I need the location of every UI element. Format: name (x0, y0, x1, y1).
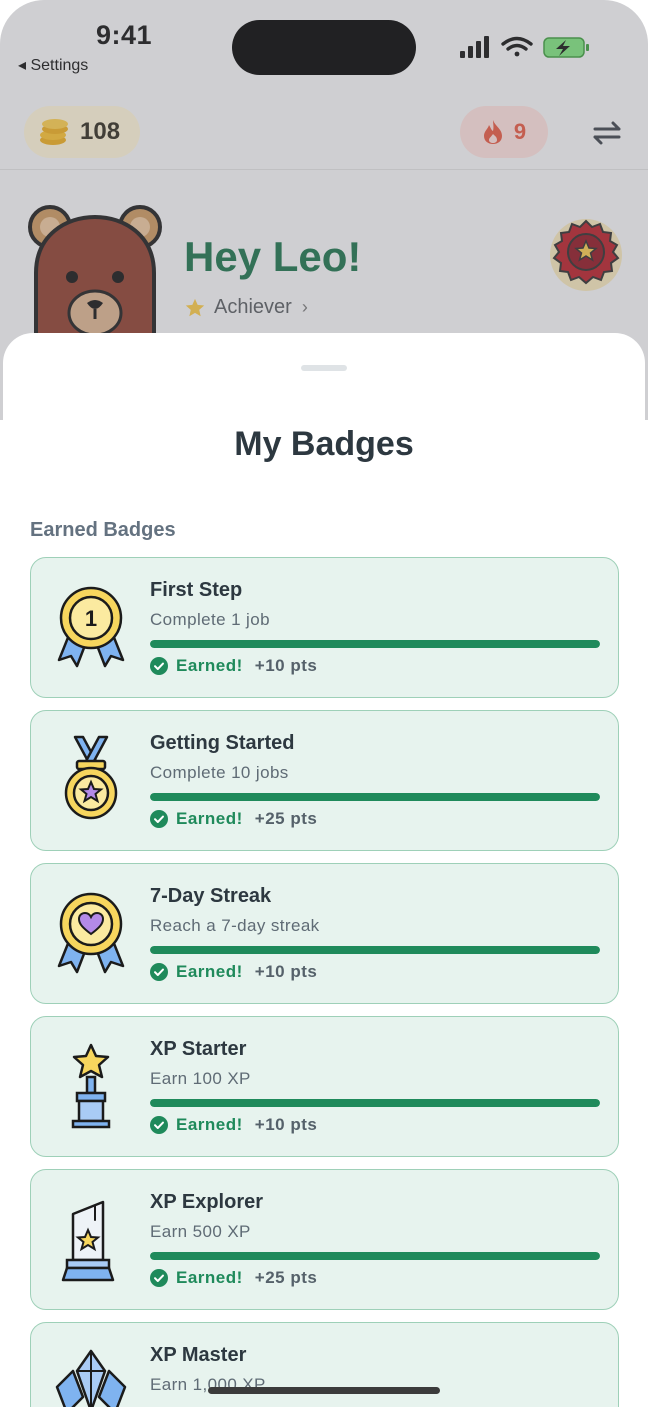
status-bar: 9:41 ◂ Settings (0, 0, 648, 90)
points-label: +25 pts (254, 1268, 318, 1287)
battery-icon (543, 37, 589, 58)
rank-link[interactable]: Achiever › (184, 296, 308, 319)
badge-name: 7-Day Streak (150, 885, 272, 907)
back-label: Settings (30, 57, 89, 74)
greeting-title: Hey Leo! (184, 233, 362, 280)
coins-icon (40, 119, 68, 145)
badge-description: Reach a 7-day streak (150, 916, 320, 935)
back-to-settings-link[interactable]: ◂ Settings (18, 55, 88, 75)
rank-label: Achiever (214, 296, 292, 318)
points-label: +25 pts (254, 809, 318, 828)
dynamic-island (232, 20, 416, 75)
profile-section: Hey Leo! Achiever › (0, 175, 648, 345)
bear-avatar[interactable] (26, 203, 164, 343)
badge-card[interactable]: 7-Day Streak Reach a 7-day streak Earned… (30, 863, 619, 1004)
badge-progress-fill (150, 1099, 600, 1107)
status-icons (460, 36, 589, 58)
badge-progress-fill (150, 1252, 600, 1260)
chevron-right-icon: › (301, 297, 308, 317)
badge-progress-fill (150, 946, 600, 954)
status-time: 9:41 (96, 20, 153, 50)
earned-label: Earned! (176, 656, 243, 675)
points-label: +10 pts (254, 1115, 318, 1134)
check-circle-icon (150, 810, 168, 828)
home-indicator[interactable] (208, 1387, 440, 1394)
points-label: +10 pts (254, 962, 318, 981)
phone-screen: 9:41 ◂ Settings 108 9 Hey Leo! Achiever … (0, 0, 648, 1407)
sheet-title: My Badges (234, 425, 414, 463)
badge-description: Earn 500 XP (150, 1222, 251, 1241)
app-header: 108 9 (0, 100, 648, 170)
badge-status: Earned! +25 pts (150, 809, 317, 829)
badge-status: Earned! +25 pts (150, 1268, 317, 1288)
badge-name: Getting Started (150, 732, 295, 754)
crystal-award-icon (61, 1200, 115, 1282)
badge-progress-bar (150, 1252, 600, 1260)
medal-star-icon (64, 735, 118, 820)
badge-status: Earned! +10 pts (150, 1115, 317, 1135)
badge-description: Earn 100 XP (150, 1069, 251, 1088)
streak-count: 9 (513, 119, 527, 144)
badge-status: Earned! +10 pts (150, 656, 317, 676)
badge-status: Earned! +10 pts (150, 962, 317, 982)
points-label: +10 pts (254, 656, 318, 675)
badge-card[interactable]: XP Master Earn 1,000 XP (30, 1322, 619, 1407)
swap-arrows-icon[interactable] (590, 118, 624, 148)
check-circle-icon (150, 1269, 168, 1287)
badge-name: XP Master (150, 1344, 247, 1366)
earned-label: Earned! (176, 809, 243, 828)
check-circle-icon (150, 657, 168, 675)
badges-sheet: My Badges Earned Badges 1 First Step Com… (3, 333, 645, 1407)
signal-icon (460, 36, 489, 58)
crystal-gem-icon (55, 1349, 127, 1407)
svg-text:1: 1 (85, 606, 97, 631)
wifi-icon (501, 36, 533, 57)
coin-count: 108 (80, 118, 121, 145)
badge-progress-fill (150, 640, 600, 648)
badge-progress-fill (150, 793, 600, 801)
badge-card[interactable]: XP Explorer Earn 500 XP Earned! +25 pts (30, 1169, 619, 1310)
coin-balance[interactable]: 108 (24, 106, 140, 158)
badge-name: First Step (150, 579, 243, 601)
badge-card[interactable]: Getting Started Complete 10 jobs Earned!… (30, 710, 619, 851)
check-circle-icon (150, 1116, 168, 1134)
badge-card[interactable]: XP Starter Earn 100 XP Earned! +10 pts (30, 1016, 619, 1157)
badge-progress-bar (150, 1099, 600, 1107)
badge-rosette-icon[interactable] (548, 217, 624, 293)
badge-progress-bar (150, 640, 600, 648)
earned-label: Earned! (176, 1268, 243, 1287)
badge-progress-bar (150, 793, 600, 801)
medal-heart-icon (57, 892, 125, 974)
flame-icon (483, 120, 502, 144)
star-trophy-icon (71, 1043, 111, 1129)
medal-ribbon-1-icon: 1 (57, 586, 125, 668)
check-circle-icon (150, 963, 168, 981)
badge-description: Complete 10 jobs (150, 763, 289, 782)
star-icon (185, 298, 205, 316)
badge-list: 1 First Step Complete 1 job Earned! +10 … (30, 557, 619, 1407)
sheet-grabber[interactable] (301, 365, 347, 371)
streak-counter[interactable]: 9 (460, 106, 548, 158)
badge-card[interactable]: 1 First Step Complete 1 job Earned! +10 … (30, 557, 619, 698)
badge-name: XP Starter (150, 1038, 247, 1060)
section-label: Earned Badges (30, 519, 176, 541)
badge-name: XP Explorer (150, 1191, 264, 1213)
badge-description: Complete 1 job (150, 610, 270, 629)
earned-label: Earned! (176, 1115, 243, 1134)
earned-label: Earned! (176, 962, 243, 981)
badge-progress-bar (150, 946, 600, 954)
